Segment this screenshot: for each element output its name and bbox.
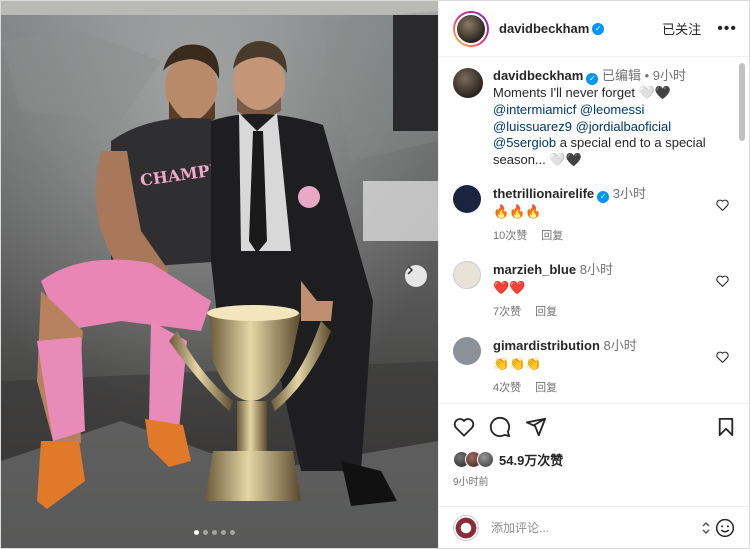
comment-username[interactable]: thetrillionairelife [493, 186, 594, 201]
post-photo[interactable]: CHAMPI [1, 1, 438, 548]
post-caption: davidbeckham ✓ 已编辑 • 9小时 Moments I'll nev… [453, 68, 733, 169]
mention-link[interactable]: @leomessi [580, 102, 645, 117]
carousel-next-button[interactable] [405, 265, 427, 287]
chevron-right-icon [407, 265, 414, 275]
post-header: davidbeckham ✓ 已关注 ••• [439, 1, 749, 57]
post-dialog: CHAMPI davidbeckham ✓ 已关注 ••• davidbeckh… [0, 0, 750, 549]
reply-button[interactable]: 回复 [541, 227, 563, 245]
comment-avatar[interactable] [453, 336, 481, 365]
author-username[interactable]: davidbeckham [499, 21, 589, 36]
mention-link[interactable]: @jordialbaoficial [576, 119, 672, 134]
comment-item: thetrillionairelife ✓ 3小时 🔥🔥🔥 10次赞 回复 [453, 184, 733, 245]
photo-illustration: CHAMPI [1, 1, 438, 548]
post-sidebar: davidbeckham ✓ 已关注 ••• davidbeckham ✓ 已编辑… [438, 1, 749, 548]
heart-icon[interactable] [716, 351, 729, 363]
heart-icon[interactable] [716, 275, 729, 287]
comment-icon[interactable] [489, 416, 511, 438]
comment-text: 🔥🔥🔥 [493, 203, 542, 219]
bookmark-icon[interactable] [717, 417, 735, 437]
add-comment-bar [439, 506, 749, 548]
verified-badge-icon: ✓ [592, 22, 605, 35]
reply-button[interactable]: 回复 [535, 303, 557, 321]
comment-item: gimardistribution 8小时 👏👏👏 4次赞 回复 [453, 336, 733, 397]
scrollbar[interactable] [739, 63, 745, 141]
comment-input[interactable] [491, 520, 661, 535]
author-avatar[interactable] [453, 10, 489, 47]
mention-link[interactable]: @5sergiob [493, 135, 556, 150]
comment-username[interactable]: gimardistribution [493, 338, 600, 353]
separator: • [644, 68, 650, 83]
mention-link[interactable]: @intermiamicf [493, 102, 576, 117]
caption-username[interactable]: davidbeckham [493, 68, 583, 83]
share-icon[interactable] [525, 416, 547, 438]
mention-link[interactable]: @luissuarez9 [493, 119, 572, 134]
comment-avatar[interactable] [453, 260, 481, 289]
carousel-dot [230, 530, 235, 535]
emoji-icon[interactable] [715, 518, 735, 538]
following-button[interactable]: 已关注 [662, 19, 701, 38]
carousel-dot [212, 530, 217, 535]
comment-username[interactable]: marzieh_blue [493, 262, 576, 277]
comment-likes[interactable]: 10次赞 [493, 227, 527, 245]
action-bar: 54.9万次赞 9小时前 [439, 403, 749, 523]
comment-likes[interactable]: 4次赞 [493, 379, 521, 397]
liker-avatars[interactable] [453, 451, 494, 468]
comment-time: 8小时 [579, 261, 613, 277]
post-time[interactable]: 9小时前 [453, 473, 735, 488]
comment-time: 8小时 [603, 337, 637, 353]
caption-text: Moments I'll never forget 🤍🖤 [493, 85, 671, 100]
expand-icon[interactable] [701, 521, 711, 535]
ellipsis-icon[interactable]: ••• [717, 20, 737, 38]
current-user-avatar [453, 514, 479, 541]
comment-time: 3小时 [612, 185, 646, 201]
verified-badge-icon: ✓ [586, 73, 599, 85]
heart-icon[interactable] [453, 417, 475, 437]
comment-text: 👏👏👏 [493, 355, 542, 371]
carousel-dot [221, 530, 226, 535]
comment-likes[interactable]: 7次赞 [493, 303, 521, 321]
comment-text: ❤️❤️ [493, 279, 526, 295]
edited-label: 已编辑 [601, 68, 641, 83]
comment-item: marzieh_blue 8小时 ❤️❤️ 7次赞 回复 [453, 260, 733, 321]
caption-avatar[interactable] [453, 68, 483, 98]
comments-scroll-area[interactable]: davidbeckham ✓ 已编辑 • 9小时 Moments I'll nev… [439, 58, 749, 403]
carousel-dot [203, 530, 208, 535]
caption-time[interactable]: 9小时 [653, 68, 686, 83]
comment-avatar[interactable] [453, 184, 481, 213]
carousel-indicator [194, 530, 235, 535]
reply-button[interactable]: 回复 [535, 379, 557, 397]
heart-icon[interactable] [716, 199, 729, 211]
avatar [477, 451, 494, 468]
carousel-dot [194, 530, 199, 535]
likes-count[interactable]: 54.9万次赞 [499, 450, 563, 469]
verified-badge-icon: ✓ [597, 190, 610, 203]
